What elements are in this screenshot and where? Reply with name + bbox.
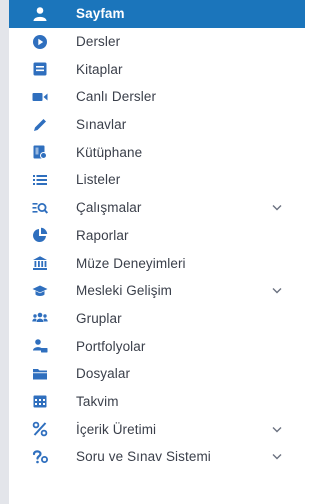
sidebar-item-listeler[interactable]: Listeler (9, 166, 305, 194)
sidebar-item-label: Sayfam (76, 6, 125, 22)
video-camera-icon (31, 88, 49, 106)
sidebar-item-label: Canlı Dersler (76, 89, 157, 105)
search-list-icon (31, 199, 49, 217)
book-icon (31, 60, 49, 78)
sidebar-item-label: Gruplar (76, 310, 122, 326)
sidebar-item-kutuphane[interactable]: Kütüphane (9, 138, 305, 166)
pencil-icon (31, 116, 49, 134)
pie-chart-icon (31, 226, 49, 244)
sidebar-item-mesleki-gelisim[interactable]: Mesleki Gelişim (9, 277, 305, 305)
sidebar-item-portfolyolar[interactable]: Portfolyolar (9, 332, 305, 360)
users-icon (31, 309, 49, 327)
sidebar-item-label: Sınavlar (76, 117, 127, 133)
percent-icon (31, 420, 49, 438)
chevron-down-icon[interactable] (271, 285, 283, 297)
sidebar-item-label: Portfolyolar (76, 338, 146, 354)
sidebar-item-label: Dosyalar (76, 366, 131, 382)
sidebar-item-label: İçerik Üretimi (76, 421, 157, 437)
sidebar-menu: Sayfam Dersler Kitaplar Canlı Dersler Sınavl… (9, 0, 305, 504)
left-edge-bar (0, 0, 9, 504)
sidebar-item-label: Listeler (76, 172, 121, 188)
sidebar-item-i-cerik-uretimi[interactable]: İçerik Üretimi (9, 415, 305, 443)
library-icon (31, 143, 49, 161)
sidebar-item-raporlar[interactable]: Raporlar (9, 222, 305, 250)
sidebar-item-soru-ve-sinav-sistemi[interactable]: Soru ve Sınav Sistemi (9, 443, 305, 471)
calendar-icon (31, 392, 49, 410)
sidebar-item-label: Raporlar (76, 227, 129, 243)
sidebar-item-sinavlar[interactable]: Sınavlar (9, 111, 305, 139)
sidebar-item-label: Çalışmalar (76, 200, 142, 216)
sidebar-item-canli-dersler[interactable]: Canlı Dersler (9, 83, 305, 111)
sidebar-item-dosyalar[interactable]: Dosyalar (9, 360, 305, 388)
sidebar-item-sayfam[interactable]: Sayfam (9, 0, 305, 28)
sidebar-item-label: Kütüphane (76, 144, 143, 160)
chevron-down-icon[interactable] (271, 202, 283, 214)
sidebar-item-label: Soru ve Sınav Sistemi (76, 449, 211, 465)
sidebar-item-dersler[interactable]: Dersler (9, 28, 305, 56)
sidebar-item-label: Müze Deneyimleri (76, 255, 186, 271)
sidebar-item-takvim[interactable]: Takvim (9, 388, 305, 416)
user-folder-icon (31, 337, 49, 355)
sidebar-item-label: Takvim (76, 393, 119, 409)
museum-icon (31, 254, 49, 272)
user-icon (31, 5, 49, 23)
play-circle-icon (31, 33, 49, 51)
chevron-down-icon[interactable] (271, 423, 283, 435)
chevron-down-icon[interactable] (271, 451, 283, 463)
sidebar-item-label: Dersler (76, 34, 121, 50)
graduation-cap-icon (31, 282, 49, 300)
folder-icon (31, 365, 49, 383)
sidebar-item-muze-deneyimleri[interactable]: Müze Deneyimleri (9, 249, 305, 277)
sidebar-item-label: Mesleki Gelişim (76, 283, 173, 299)
sidebar-item-kitaplar[interactable]: Kitaplar (9, 55, 305, 83)
list-icon (31, 171, 49, 189)
question-icon (31, 448, 49, 466)
sidebar-item-label: Kitaplar (76, 61, 123, 77)
sidebar-item-gruplar[interactable]: Gruplar (9, 305, 305, 333)
sidebar-item-calismalar[interactable]: Çalışmalar (9, 194, 305, 222)
